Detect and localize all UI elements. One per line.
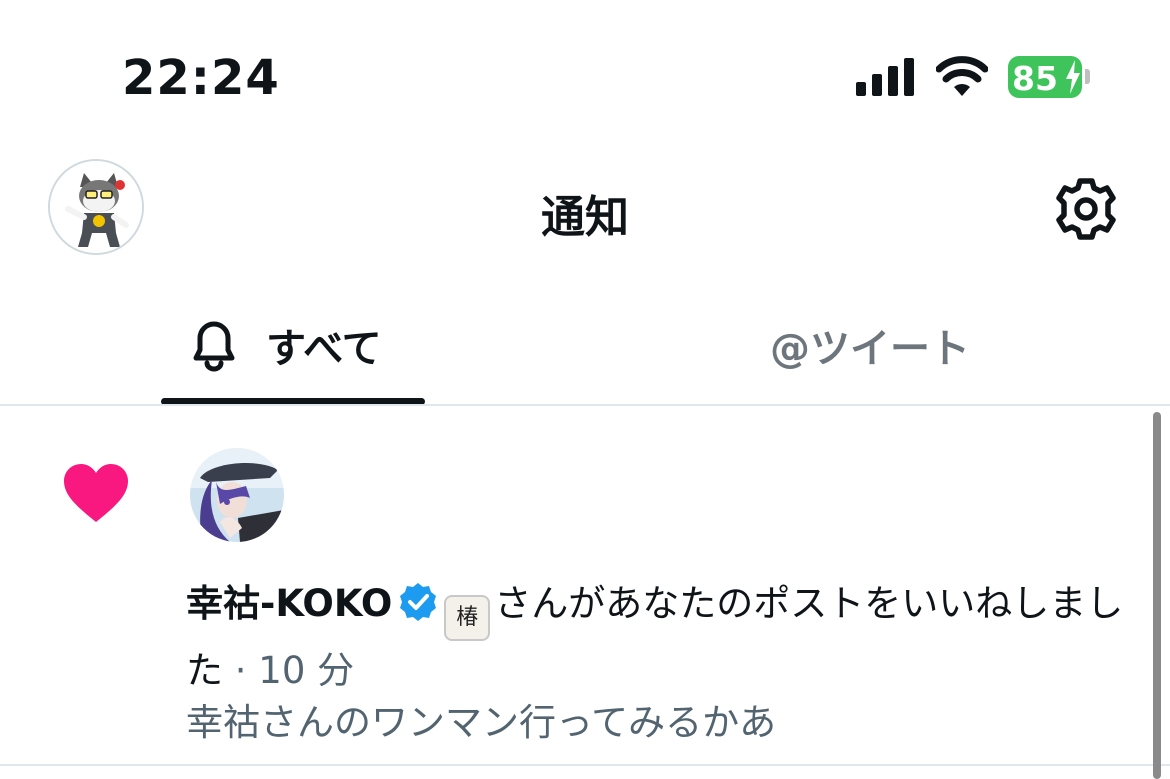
scrollbar[interactable] <box>1153 412 1161 779</box>
meta-separator: · <box>223 649 259 692</box>
battery-level: 85 <box>1012 59 1058 98</box>
charging-bolt-icon <box>1066 60 1080 94</box>
heart-icon <box>64 464 128 522</box>
post-preview[interactable]: 幸祜さんのワンマン行ってみるかあ <box>186 692 776 746</box>
page-title: 通知 <box>541 192 629 243</box>
list-divider <box>0 764 1170 766</box>
liker-avatar[interactable] <box>190 448 284 542</box>
cellular-signal-icon <box>856 58 914 96</box>
tab-mentions[interactable]: @ツイート <box>585 300 1170 405</box>
bell-icon <box>193 321 235 372</box>
anime-character-avatar-icon <box>190 448 284 542</box>
tab-all-label: すべて <box>266 326 382 372</box>
gear-icon[interactable] <box>1052 175 1120 243</box>
kanji-badge: 椿 <box>444 595 491 641</box>
wifi-icon <box>936 56 988 96</box>
status-time: 22:24 <box>122 50 280 106</box>
liker-name[interactable]: 幸祜-KOKO <box>186 582 392 625</box>
battery-cap <box>1085 69 1090 84</box>
notification-text: 幸祜-KOKO 椿さんがあなたのポストをいいねしました · 10 分 <box>186 574 1126 701</box>
tabs-divider <box>0 404 1170 406</box>
verified-badge-icon <box>400 583 437 621</box>
tab-mentions-label: @ツイート <box>770 326 970 372</box>
notification-time: 10 分 <box>258 649 355 692</box>
battery-indicator: 85 <box>1008 56 1090 98</box>
tab-all[interactable]: すべて <box>0 300 585 405</box>
